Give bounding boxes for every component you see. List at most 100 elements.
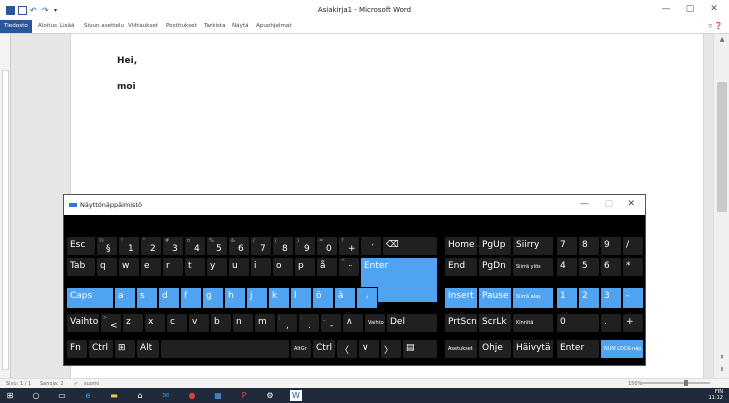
page-count[interactable]: Sivu: 1 / 1 xyxy=(6,381,31,387)
tab-review[interactable]: Tarkista xyxy=(204,23,226,29)
vertical-scrollbar[interactable]: ▲ ⇞ ⇟ xyxy=(713,34,729,378)
osk-key[interactable]: = 0 xyxy=(316,236,338,256)
osk-key[interactable]: AltGr xyxy=(290,339,312,359)
osk-key[interactable]: Asetukset xyxy=(444,339,478,359)
osk-key[interactable]: 7 xyxy=(556,236,578,256)
osk-key[interactable]: 9 xyxy=(600,236,622,256)
osk-key[interactable]: 3 xyxy=(600,287,622,309)
osk-key[interactable]: Siirry xyxy=(512,236,554,256)
osk-key[interactable]: Kinnitä xyxy=(512,313,554,333)
osk-key[interactable]: " 2 xyxy=(140,236,162,256)
osk-key[interactable]: #3 xyxy=(162,236,184,256)
osk-key[interactable]: k xyxy=(268,287,290,309)
osk-key[interactable]: Enter xyxy=(556,339,600,359)
osk-key[interactable]: 0 xyxy=(556,313,600,333)
osk-key[interactable]: / xyxy=(622,236,644,256)
keyboard-app-icon[interactable]: ▦ xyxy=(212,390,224,401)
app-icon[interactable]: ● xyxy=(186,390,198,401)
osk-key[interactable]: 6 xyxy=(600,257,622,277)
settings-icon[interactable]: ⚙ xyxy=(264,390,276,401)
osk-key[interactable]: z xyxy=(122,313,144,333)
osk-key[interactable]: 4 xyxy=(556,257,578,277)
osk-key[interactable]: m xyxy=(254,313,276,333)
osk-minimize-button[interactable]: — xyxy=(580,199,589,209)
osk-key[interactable]: ^ ¨ xyxy=(338,257,360,277)
osk-key[interactable]: Caps xyxy=(66,287,114,309)
osk-key[interactable]: b xyxy=(210,313,232,333)
search-icon[interactable]: ○ xyxy=(30,390,42,401)
osk-key[interactable]: 〉 xyxy=(380,339,402,359)
tab-page-layout[interactable]: Sivun asettelu xyxy=(84,23,124,29)
osk-key[interactable]: ¤ 4 xyxy=(184,236,206,256)
osk-key[interactable]: v xyxy=(188,313,210,333)
osk-key[interactable]: Tab xyxy=(66,257,96,277)
osk-key[interactable]: ∧ xyxy=(342,313,364,333)
tab-insert[interactable]: Lisää xyxy=(60,23,74,29)
tab-addins[interactable]: Apuohjelmat xyxy=(256,23,292,29)
osk-key[interactable]: t xyxy=(184,257,206,277)
maximize-button[interactable]: ▢ xyxy=(683,4,697,14)
osk-key[interactable]: p xyxy=(294,257,316,277)
osk-key[interactable]: Häivytä xyxy=(512,339,554,359)
osk-key[interactable]: l xyxy=(290,287,312,309)
osk-key[interactable]: % 5 xyxy=(206,236,228,256)
osk-key[interactable]: > < xyxy=(100,313,122,333)
osk-key[interactable]: n xyxy=(232,313,254,333)
close-button[interactable]: ✕ xyxy=(707,4,721,14)
osk-key[interactable]: Del xyxy=(386,313,438,333)
osk-key[interactable]: ä xyxy=(334,287,356,309)
osk-key[interactable]: PrtScn xyxy=(444,313,478,333)
osk-key[interactable]: h xyxy=(224,287,246,309)
osk-key[interactable]: _ - xyxy=(320,313,342,333)
osk-key[interactable]: Vaihto xyxy=(364,313,386,333)
word-taskbar-icon[interactable]: W xyxy=(290,390,302,401)
osk-key[interactable]: y xyxy=(206,257,228,277)
osk-key[interactable]: ScrLk xyxy=(478,313,512,333)
task-view-icon[interactable]: ▭ xyxy=(56,390,68,401)
osk-key[interactable]: Siirrä ylös xyxy=(512,257,554,277)
osk-key[interactable]: 5 xyxy=(578,257,600,277)
store-icon[interactable]: ⌂ xyxy=(134,390,146,401)
proofing-icon[interactable]: ✔ xyxy=(74,381,78,387)
tab-references[interactable]: Viittaukset xyxy=(128,23,158,29)
osk-key[interactable]: ) 9 xyxy=(294,236,316,256)
osk-key[interactable]: j xyxy=(246,287,268,309)
osk-key[interactable]: ? + xyxy=(338,236,360,256)
osk-key[interactable]: :. xyxy=(298,313,320,333)
minimize-button[interactable]: — xyxy=(659,4,673,14)
osk-key[interactable]: f xyxy=(180,287,202,309)
osk-key[interactable]: e xyxy=(140,257,162,277)
osk-key[interactable]: End xyxy=(444,257,478,277)
zoom-slider[interactable] xyxy=(640,382,710,384)
osk-key[interactable]: ⌫ xyxy=(382,236,438,256)
powerpoint-icon[interactable]: P xyxy=(238,390,250,401)
osk-key[interactable]: ⊞ xyxy=(114,339,136,359)
osk-key[interactable]: * xyxy=(622,257,644,277)
osk-key[interactable]: & 6 xyxy=(228,236,250,256)
osk-key[interactable]: Home xyxy=(444,236,478,256)
osk-key[interactable]: q xyxy=(96,257,118,277)
prev-page-icon[interactable]: ⇞ xyxy=(717,354,727,362)
osk-key[interactable]: Fn xyxy=(66,339,88,359)
osk-maximize-button[interactable]: ▢ xyxy=(604,199,613,209)
osk-key[interactable]: (8 xyxy=(272,236,294,256)
osk-key[interactable]: - xyxy=(622,287,644,309)
osk-key[interactable]: 〈 xyxy=(336,339,358,359)
next-page-icon[interactable]: ⇟ xyxy=(717,366,727,374)
tab-view[interactable]: Näytä xyxy=(232,23,249,29)
osk-key[interactable]: 8 xyxy=(578,236,600,256)
osk-key[interactable] xyxy=(160,339,290,359)
osk-key[interactable]: s xyxy=(136,287,158,309)
osk-key[interactable]: ` ´ xyxy=(360,236,382,256)
osk-key[interactable]: Ohje xyxy=(478,339,512,359)
osk-key[interactable]: å xyxy=(316,257,338,277)
osk-key[interactable]: c xyxy=(166,313,188,333)
osk-key[interactable]: g xyxy=(202,287,224,309)
osk-key[interactable]: + xyxy=(622,313,644,333)
osk-key[interactable]: Alt xyxy=(136,339,160,359)
osk-key[interactable]: Insert xyxy=(444,287,478,309)
tab-mailings[interactable]: Postitukset xyxy=(166,23,197,29)
osk-key[interactable]: x xyxy=(144,313,166,333)
osk-key[interactable]: ö xyxy=(312,287,334,309)
edge-icon[interactable]: e xyxy=(82,390,94,401)
